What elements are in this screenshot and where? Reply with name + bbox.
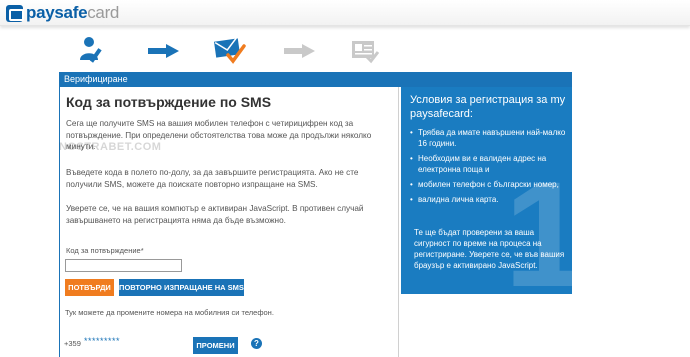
code-field-label: Код за потвърждение* bbox=[66, 246, 144, 255]
top-header: paysafecard bbox=[0, 0, 690, 26]
confirm-button[interactable]: ПОТВЪРДИ bbox=[65, 279, 114, 296]
condition-item: Трябва да имате навършени най-малко 16 г… bbox=[410, 127, 568, 149]
verification-note: Те ще бъдат проверени за ваша сигурност … bbox=[414, 228, 565, 270]
sms-verification-panel: Код за потвърждение по SMS Сега ще получ… bbox=[59, 87, 399, 357]
masked-phone-number: ********* bbox=[84, 336, 121, 346]
conditions-title: Условия за регистрация за my paysafecard… bbox=[410, 94, 566, 120]
condition-item: валидна лична карта. bbox=[410, 194, 568, 205]
logo-card-icon bbox=[6, 4, 24, 22]
document-check-icon bbox=[350, 38, 380, 69]
help-icon[interactable]: ? bbox=[251, 338, 262, 349]
envelope-check-icon bbox=[214, 35, 246, 69]
registration-conditions-panel: 1 Условия за регистрация за my paysafeca… bbox=[401, 87, 572, 294]
progress-steps bbox=[0, 34, 690, 70]
change-number-button[interactable]: ПРОМЕНИ bbox=[193, 337, 238, 354]
paysafecard-logo[interactable]: paysafecard bbox=[6, 3, 119, 23]
watermark: NOSTRABET.COM bbox=[59, 141, 162, 153]
phone-prefix: +359 bbox=[64, 339, 81, 348]
change-number-text: Тук можете да промените номера на мобилн… bbox=[65, 308, 274, 317]
arrow-right-icon bbox=[284, 44, 316, 58]
resend-sms-button[interactable]: ПОВТОРНО ИЗПРАЩАНЕ НА SMS bbox=[119, 279, 244, 296]
condition-item: Необходим ви е валиден адрес на електрон… bbox=[410, 153, 568, 175]
verification-code-input[interactable] bbox=[65, 259, 182, 272]
verification-tab-bar: Верифициране bbox=[59, 72, 572, 87]
logo-text: paysafecard bbox=[26, 3, 120, 22]
tab-verification: Верифициране bbox=[64, 74, 128, 84]
javascript-notice: Уверете се, че на вашия компютър е актив… bbox=[66, 204, 364, 225]
arrow-right-icon bbox=[148, 44, 180, 58]
condition-item: мобилен телефон с български номер, bbox=[410, 179, 568, 190]
instruction-text: Въведете кода в полето по-долу, за да за… bbox=[66, 168, 359, 189]
page-title: Код за потвърждение по SMS bbox=[66, 94, 272, 110]
conditions-list: Трябва да имате навършени най-малко 16 г… bbox=[410, 127, 568, 209]
user-pen-icon bbox=[78, 34, 108, 69]
